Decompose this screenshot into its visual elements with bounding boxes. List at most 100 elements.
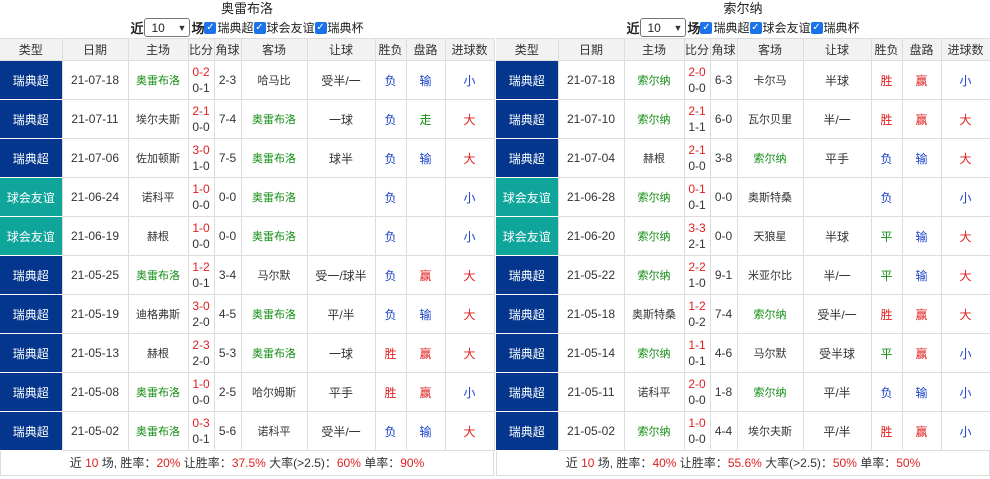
home-team-cell[interactable]: 索尔纳	[624, 333, 685, 373]
away-team-cell[interactable]: 奥斯特桑	[737, 177, 804, 217]
score-cell[interactable]: 3-0 2-0	[188, 294, 215, 334]
checkbox-checked-icon[interactable]: ✓	[810, 21, 823, 34]
away-team-cell[interactable]: 索尔纳	[737, 372, 804, 412]
match-type-cell[interactable]: 瑞典超	[496, 255, 559, 295]
home-team-cell[interactable]: 奥雷布洛	[128, 60, 189, 100]
home-team-cell[interactable]: 佐加顿斯	[128, 138, 189, 178]
home-team-cell[interactable]: 迪格弗斯	[128, 294, 189, 334]
home-team-cell[interactable]: 赫根	[128, 333, 189, 373]
away-team-cell[interactable]: 天狼星	[737, 216, 804, 256]
match-count-select[interactable]: 10 ▼	[640, 18, 687, 37]
away-team-cell[interactable]: 奥雷布洛	[241, 333, 308, 373]
score-cell[interactable]: 2-3 2-0	[188, 333, 215, 373]
filter-checkbox-friendly[interactable]: ✓ 球会友谊	[749, 19, 811, 36]
home-team-cell[interactable]: 索尔纳	[624, 177, 685, 217]
home-team-cell[interactable]: 奥雷布洛	[128, 372, 189, 412]
match-type-cell[interactable]: 瑞典超	[0, 411, 63, 451]
score-cell[interactable]: 1-0 0-0	[188, 177, 215, 217]
away-team-cell[interactable]: 奥雷布洛	[241, 99, 308, 139]
match-type-cell[interactable]: 瑞典超	[0, 333, 63, 373]
home-team-cell[interactable]: 索尔纳	[624, 216, 685, 256]
match-type-cell[interactable]: 瑞典超	[0, 255, 63, 295]
score-cell[interactable]: 2-0 0-0	[684, 60, 711, 100]
corner-cell: 0-0	[214, 177, 242, 217]
home-team-cell[interactable]: 索尔纳	[624, 99, 685, 139]
checkbox-checked-icon[interactable]: ✓	[749, 21, 762, 34]
match-type-cell[interactable]: 瑞典超	[0, 138, 63, 178]
home-team-cell[interactable]: 诺科平	[624, 372, 685, 412]
score-cell[interactable]: 2-1 1-1	[684, 99, 711, 139]
filter-checkbox-cup[interactable]: ✓ 瑞典杯	[810, 19, 860, 36]
score-cell[interactable]: 3-3 2-1	[684, 216, 711, 256]
match-type-cell[interactable]: 瑞典超	[0, 372, 63, 412]
match-type-cell[interactable]: 球会友谊	[496, 216, 559, 256]
home-team-cell[interactable]: 索尔纳	[624, 411, 685, 451]
match-history-table: 类型 日期 主场 比分 角球 客场 让球 胜负 盘路 进球数 瑞典超 21-07…	[0, 38, 495, 451]
score-cell[interactable]: 0-1 0-1	[684, 177, 711, 217]
away-team-cell[interactable]: 瓦尔贝里	[737, 99, 804, 139]
score-cell[interactable]: 2-2 1-0	[684, 255, 711, 295]
match-type-cell[interactable]: 瑞典超	[0, 294, 63, 334]
home-team-cell[interactable]: 索尔纳	[624, 60, 685, 100]
match-type-cell[interactable]: 瑞典超	[0, 60, 63, 100]
away-team-cell[interactable]: 索尔纳	[737, 138, 804, 178]
checkbox-checked-icon[interactable]: ✓	[700, 21, 713, 34]
score-cell[interactable]: 3-0 1-0	[188, 138, 215, 178]
home-team-cell[interactable]: 赫根	[624, 138, 685, 178]
checkbox-checked-icon[interactable]: ✓	[314, 21, 327, 34]
home-team-cell[interactable]: 奥雷布洛	[128, 411, 189, 451]
match-type-cell[interactable]: 瑞典超	[496, 138, 559, 178]
away-team-cell[interactable]: 卡尔马	[737, 60, 804, 100]
score-cell[interactable]: 1-0 0-0	[188, 216, 215, 256]
match-count-select[interactable]: 10 ▼	[144, 18, 191, 37]
home-team-cell[interactable]: 赫根	[128, 216, 189, 256]
half-time-score: 2-0	[192, 354, 210, 368]
away-team-cell[interactable]: 埃尔夫斯	[737, 411, 804, 451]
away-team-cell[interactable]: 马尔默	[241, 255, 308, 295]
match-type-cell[interactable]: 球会友谊	[0, 177, 63, 217]
match-type-cell[interactable]: 瑞典超	[0, 99, 63, 139]
score-cell[interactable]: 0-2 0-1	[188, 60, 215, 100]
away-team-cell[interactable]: 哈尔姆斯	[241, 372, 308, 412]
score-cell[interactable]: 1-1 0-1	[684, 333, 711, 373]
filter-checkbox-league[interactable]: ✓ 瑞典超	[700, 19, 750, 36]
filter-checkbox-cup[interactable]: ✓ 瑞典杯	[314, 19, 364, 36]
score-cell[interactable]: 1-2 0-2	[684, 294, 711, 334]
score-cell[interactable]: 1-2 0-1	[188, 255, 215, 295]
table-row: 瑞典超 21-05-02 索尔纳 1-0 0-0 4-4 埃尔夫斯 平/半 胜 赢…	[496, 411, 990, 451]
match-type-cell[interactable]: 瑞典超	[496, 294, 559, 334]
score-cell[interactable]: 2-1 0-0	[188, 99, 215, 139]
match-type-cell[interactable]: 瑞典超	[496, 411, 559, 451]
filter-checkbox-league[interactable]: ✓ 瑞典超	[204, 19, 254, 36]
home-team-cell[interactable]: 埃尔夫斯	[128, 99, 189, 139]
match-type-cell[interactable]: 瑞典超	[496, 99, 559, 139]
home-team-cell[interactable]: 索尔纳	[624, 255, 685, 295]
away-team-cell[interactable]: 米亚尔比	[737, 255, 804, 295]
away-team-cell[interactable]: 奥雷布洛	[241, 294, 308, 334]
score-cell[interactable]: 1-0 0-0	[188, 372, 215, 412]
away-team-cell[interactable]: 马尔默	[737, 333, 804, 373]
away-team-cell[interactable]: 索尔纳	[737, 294, 804, 334]
result-cell: 负	[375, 411, 407, 451]
away-team-cell[interactable]: 诺科平	[241, 411, 308, 451]
away-team-cell[interactable]: 哈马比	[241, 60, 308, 100]
match-type-cell[interactable]: 球会友谊	[0, 216, 63, 256]
away-team-cell[interactable]: 奥雷布洛	[241, 138, 308, 178]
match-type-cell[interactable]: 瑞典超	[496, 60, 559, 100]
home-team-cell[interactable]: 奥雷布洛	[128, 255, 189, 295]
checkbox-checked-icon[interactable]: ✓	[204, 21, 217, 34]
away-team-cell[interactable]: 奥雷布洛	[241, 177, 308, 217]
filter-checkbox-friendly[interactable]: ✓ 球会友谊	[253, 19, 315, 36]
away-team-cell[interactable]: 奥雷布洛	[241, 216, 308, 256]
score-cell[interactable]: 0-3 0-1	[188, 411, 215, 451]
score-cell[interactable]: 2-1 0-0	[684, 138, 711, 178]
home-team-cell[interactable]: 诺科平	[128, 177, 189, 217]
match-type-cell[interactable]: 瑞典超	[496, 372, 559, 412]
checkbox-checked-icon[interactable]: ✓	[253, 21, 266, 34]
match-type-cell[interactable]: 球会友谊	[496, 177, 559, 217]
score-cell[interactable]: 1-0 0-0	[684, 411, 711, 451]
score-cell[interactable]: 2-0 0-0	[684, 372, 711, 412]
home-team-cell[interactable]: 奥斯特桑	[624, 294, 685, 334]
handicap-cell: 平/半	[803, 372, 872, 412]
match-type-cell[interactable]: 瑞典超	[496, 333, 559, 373]
